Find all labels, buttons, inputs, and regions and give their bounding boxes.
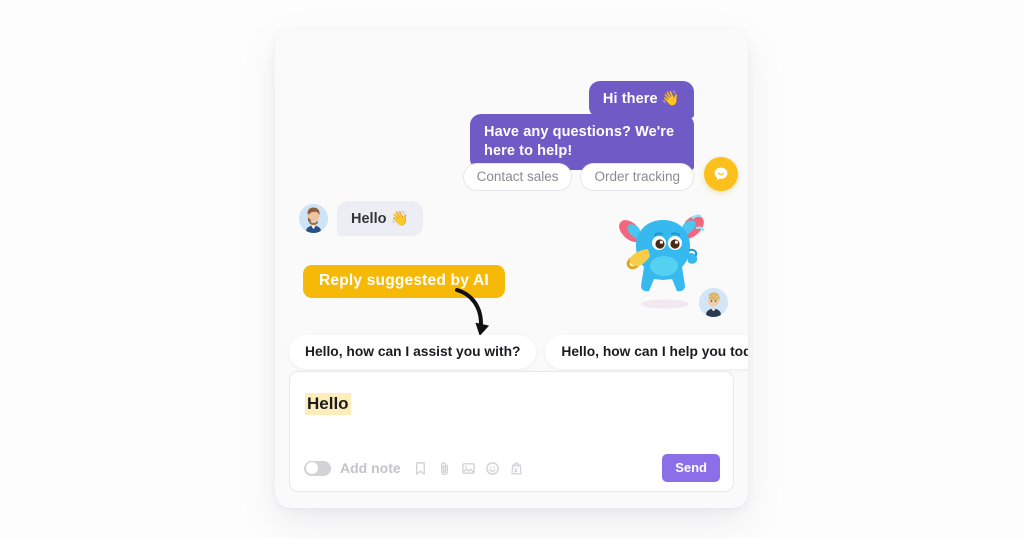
page-background: Hi there 👋 Have any questions? We're her…	[0, 0, 1024, 538]
quick-reply-contact-sales[interactable]: Contact sales	[462, 163, 573, 191]
mascot-illustration	[615, 206, 711, 310]
incoming-message-row: Hello 👋	[299, 201, 423, 236]
agent-avatar	[699, 288, 728, 317]
message-bubble-outgoing: Have any questions? We're here to help!	[470, 114, 694, 171]
attachment-icon[interactable]	[437, 461, 452, 476]
composer-tool-icons	[413, 461, 524, 476]
message-bubble-outgoing: Hi there 👋	[588, 81, 694, 119]
add-note-label: Add note	[340, 460, 401, 476]
chat-widget-body: Hi there 👋 Have any questions? We're her…	[275, 30, 748, 508]
quick-reply-order-tracking[interactable]: Order tracking	[580, 163, 694, 191]
saved-replies-icon[interactable]	[413, 461, 428, 476]
chat-launcher-button[interactable]	[704, 157, 738, 191]
quick-reply-group: Contact sales Order tracking	[462, 163, 694, 191]
message-text: Have any questions? We're here to help!	[470, 114, 694, 171]
composer-input-value[interactable]: Hello	[305, 393, 351, 416]
ai-suggestion-1[interactable]: Hello, how can I assist you with?	[289, 335, 537, 369]
composer-toolbar: Add note Send	[304, 454, 720, 482]
add-note-toggle[interactable]	[304, 460, 331, 476]
shopify-icon[interactable]	[509, 461, 524, 476]
chat-bubble-icon	[714, 167, 728, 180]
message-composer[interactable]: Hello Add note Send	[289, 371, 734, 492]
emoji-icon[interactable]	[485, 461, 500, 476]
send-button[interactable]: Send	[662, 454, 720, 482]
chat-widget-card: Hi there 👋 Have any questions? We're her…	[275, 30, 748, 508]
message-text: Hi there 👋	[588, 81, 694, 119]
ai-suggestion-group: Hello, how can I assist you with? Hello,…	[289, 335, 748, 369]
visitor-avatar	[299, 204, 328, 233]
ai-suggestion-2[interactable]: Hello, how can I help you today?	[545, 335, 748, 369]
toggle-knob	[305, 462, 318, 474]
message-text: Hello 👋	[337, 201, 423, 236]
image-icon[interactable]	[461, 461, 476, 476]
